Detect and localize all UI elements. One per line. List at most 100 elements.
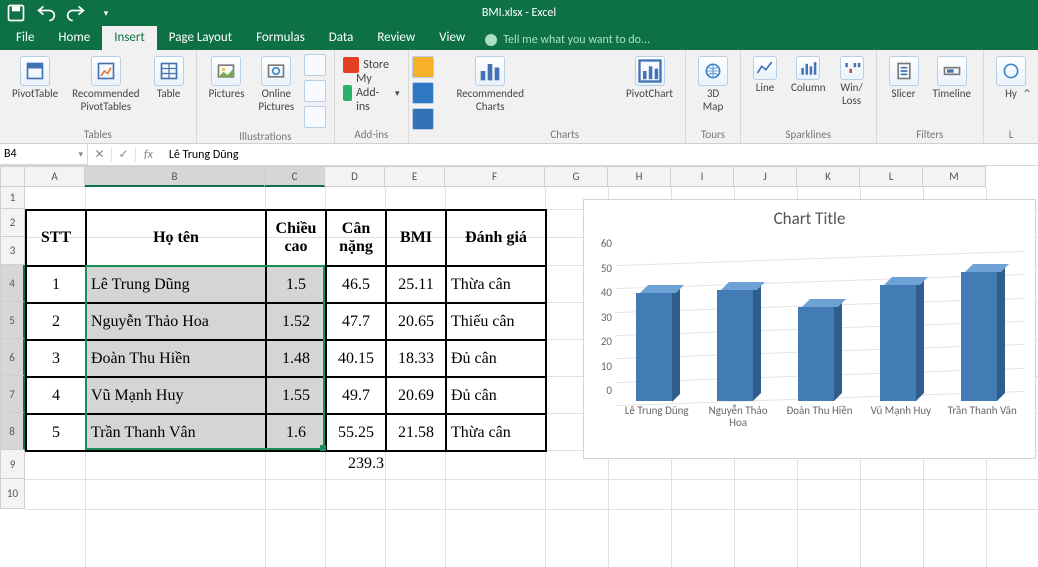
bing-maps-button[interactable] <box>412 56 434 78</box>
row-header-6[interactable]: 6 <box>0 339 25 376</box>
collapse-ribbon-icon[interactable]: ⌃ <box>1022 87 1032 102</box>
row-header-8[interactable]: 8 <box>0 413 25 450</box>
chart-line-button[interactable] <box>562 54 588 76</box>
chart-yaxis: 6050403020100 <box>592 237 616 397</box>
undo-icon[interactable] <box>36 1 56 25</box>
table-row[interactable]: 5Trần Thanh Vân1.655.2521.58Thừa cân <box>26 414 546 451</box>
hyperlink-button[interactable]: Hy <box>992 54 1030 116</box>
tab-insert[interactable]: Insert <box>102 26 157 50</box>
group-label-links: L <box>1009 126 1014 141</box>
col-header-K[interactable]: K <box>797 166 860 187</box>
timeline-button[interactable]: Timeline <box>929 54 975 116</box>
people-graph-button[interactable] <box>412 82 434 104</box>
chart-bar[interactable] <box>880 285 922 401</box>
qat-dropdown-icon[interactable]: ▾ <box>96 1 116 25</box>
row-header-10[interactable]: 10 <box>0 479 25 509</box>
chart-combo-button[interactable] <box>562 102 588 124</box>
tab-file[interactable]: File <box>4 26 46 50</box>
col-header-A[interactable]: A <box>25 166 85 187</box>
chart-stock-button[interactable] <box>562 78 588 100</box>
chart-xlabels: Lê Trung DũngNguyễn Thảo HoaĐoàn Thu Hiề… <box>616 405 1023 429</box>
redo-icon[interactable] <box>66 1 86 25</box>
recommended-charts-button[interactable]: Recommended Charts <box>453 54 528 116</box>
sparkline-column-label: Column <box>791 82 826 108</box>
pivottable-button[interactable]: PivotTable <box>8 54 62 116</box>
col-header-C[interactable]: C <box>265 166 325 187</box>
row-header-9[interactable]: 9 <box>0 450 25 479</box>
myaddins-icon <box>343 85 352 101</box>
col-header-E[interactable]: E <box>385 166 445 187</box>
online-pictures-label: Online Pictures <box>258 88 294 114</box>
formula-bar: B4▾ ✕ ✓ fx Lê Trung Dũng <box>0 144 1038 166</box>
myaddins-button[interactable]: My Add-ins▾ <box>343 82 399 104</box>
sparkline-line-button[interactable]: Line <box>749 54 781 110</box>
fx-icon[interactable]: fx <box>136 148 161 162</box>
slicer-button[interactable]: Slicer <box>885 54 923 116</box>
recommended-pivot-button[interactable]: Recommended PivotTables <box>68 54 143 116</box>
row-header-3[interactable]: 3 <box>0 237 25 265</box>
chart-title[interactable]: Chart Title <box>584 200 1035 233</box>
chart-pie-button[interactable] <box>590 54 616 76</box>
visio-button[interactable] <box>412 108 434 130</box>
smartart-button[interactable] <box>304 80 326 102</box>
chart-bar[interactable] <box>717 290 759 401</box>
tab-pagelayout[interactable]: Page Layout <box>157 26 244 50</box>
chart[interactable]: Chart Title 6050403020100 Lê Trung DũngN… <box>583 199 1036 459</box>
table-row[interactable]: 4Vũ Mạnh Huy1.5549.720.69Đủ cân <box>26 377 546 414</box>
col-header-I[interactable]: I <box>671 166 734 187</box>
chart-map-button[interactable] <box>534 78 560 100</box>
screenshot-button[interactable] <box>304 106 326 128</box>
chart-bar[interactable] <box>798 307 840 401</box>
worksheet-grid[interactable]: 12345678910 ABCDEFGHIJKLM STT Họ tên Chi… <box>0 166 1038 567</box>
table-button[interactable]: Table <box>150 54 188 116</box>
tab-view[interactable]: View <box>427 26 477 50</box>
ribbon-tabs: File Home Insert Page Layout Formulas Da… <box>0 26 1038 50</box>
tell-me[interactable]: Tell me what you want to do... <box>477 26 658 50</box>
table-row[interactable]: 3Đoàn Thu Hiền1.4840.1518.33Đủ cân <box>26 340 546 377</box>
th-bmi: BMI <box>386 210 446 266</box>
shapes-button[interactable] <box>304 54 326 76</box>
chart-bar[interactable] <box>961 272 1003 401</box>
sum-cell[interactable]: 239.3 <box>337 455 395 473</box>
table-row[interactable]: 1Lê Trung Dũng1.546.525.11Thừa cân <box>26 266 546 303</box>
save-icon[interactable] <box>6 1 26 25</box>
enter-button[interactable]: ✓ <box>112 147 136 162</box>
row-header-1[interactable]: 1 <box>0 187 25 209</box>
sparkline-column-button[interactable]: Column <box>787 54 830 110</box>
chart-bar-button[interactable] <box>534 54 560 76</box>
select-all-corner[interactable] <box>0 166 25 187</box>
row-header-4[interactable]: 4 <box>0 265 25 302</box>
formula-input[interactable]: Lê Trung Dũng <box>161 148 1038 162</box>
row-headers: 12345678910 <box>0 166 25 567</box>
ribbon: PivotTable Recommended PivotTables Table… <box>0 50 1038 144</box>
sparkline-winloss-button[interactable]: Win/ Loss <box>836 54 868 110</box>
col-header-D[interactable]: D <box>325 166 385 187</box>
name-box[interactable]: B4▾ <box>0 144 88 165</box>
col-header-H[interactable]: H <box>608 166 671 187</box>
table-row[interactable]: 2Nguyễn Thảo Hoa1.5247.720.65Thiếu cân <box>26 303 546 340</box>
col-header-G[interactable]: G <box>545 166 608 187</box>
chart-scatter-button[interactable] <box>590 102 616 124</box>
th-danhgia: Đánh giá <box>446 210 546 266</box>
col-header-F[interactable]: F <box>445 166 545 187</box>
chart-stat-button[interactable] <box>534 102 560 124</box>
3dmap-button[interactable]: 3D Map <box>694 54 732 116</box>
tab-home[interactable]: Home <box>46 26 102 50</box>
tab-formulas[interactable]: Formulas <box>244 26 317 50</box>
chart-hier-button[interactable] <box>590 78 616 100</box>
col-header-B[interactable]: B <box>85 166 265 187</box>
col-header-L[interactable]: L <box>860 166 923 187</box>
tab-review[interactable]: Review <box>365 26 427 50</box>
pivotchart-button[interactable]: PivotChart <box>622 54 677 116</box>
col-header-J[interactable]: J <box>734 166 797 187</box>
pictures-button[interactable]: Pictures <box>205 54 249 116</box>
col-header-M[interactable]: M <box>923 166 986 187</box>
row-header-5[interactable]: 5 <box>0 302 25 339</box>
row-header-7[interactable]: 7 <box>0 376 25 413</box>
tab-data[interactable]: Data <box>317 26 366 50</box>
sparkline-winloss-icon <box>840 56 864 80</box>
row-header-2[interactable]: 2 <box>0 209 25 237</box>
cancel-button[interactable]: ✕ <box>88 147 112 162</box>
online-pictures-button[interactable]: Online Pictures <box>254 54 298 116</box>
chart-bar[interactable] <box>636 293 678 402</box>
